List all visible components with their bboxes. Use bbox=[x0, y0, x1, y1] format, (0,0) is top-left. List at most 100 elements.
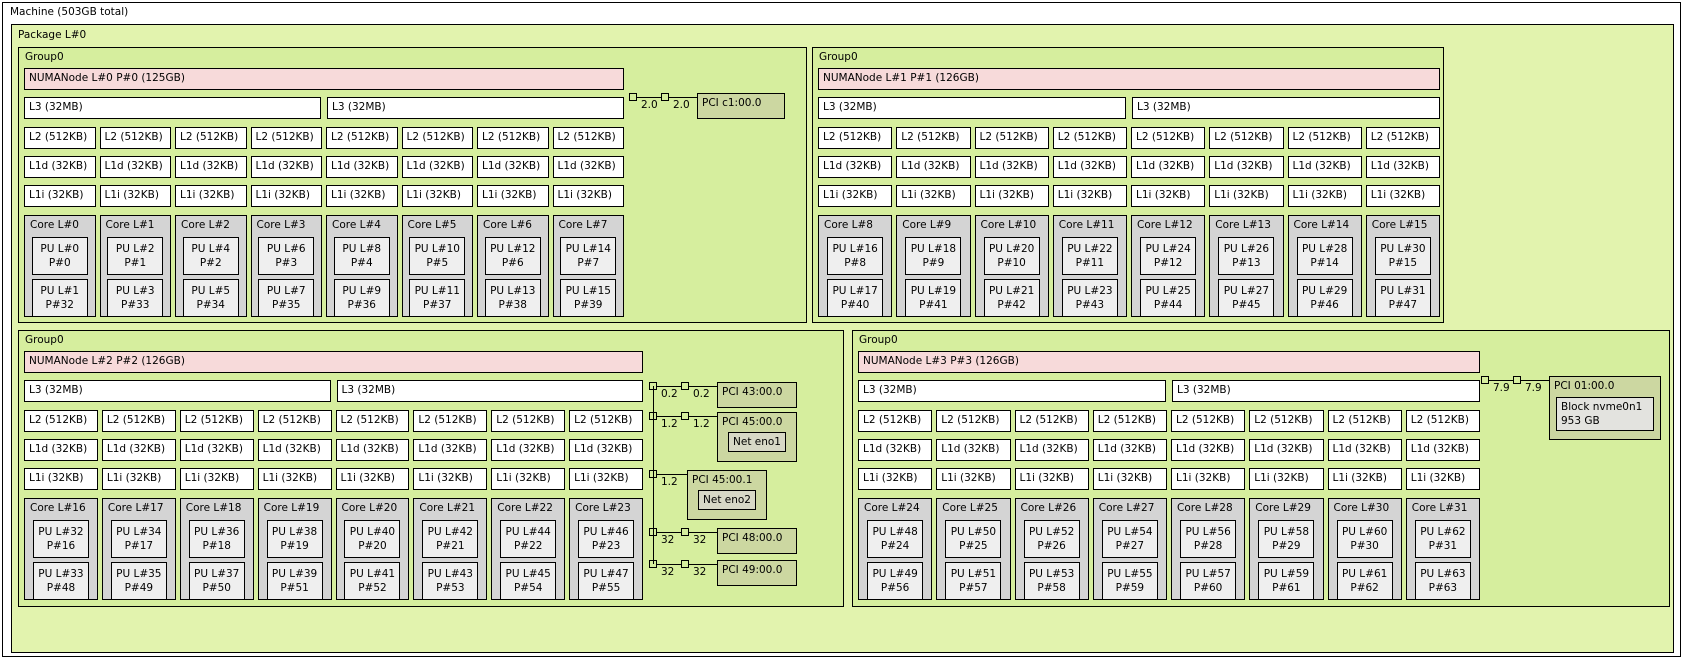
core-box: Core L#30PU L#60P#30PU L#61P#62 bbox=[1328, 498, 1402, 600]
pu-physical-label: P#49 bbox=[112, 581, 166, 595]
pu-logical-label: PU L#47 bbox=[579, 567, 633, 581]
package-box: Package L#0 Group0NUMANode L#0 P#0 (125G… bbox=[11, 24, 1674, 653]
l1i-cache-box: L1i (32KB) bbox=[1053, 185, 1127, 207]
pu-physical-label: P#48 bbox=[34, 581, 88, 595]
pu-box: PU L#45P#54 bbox=[500, 562, 556, 600]
l1i-cache-box: L1i (32KB) bbox=[1366, 185, 1440, 207]
l3-cache-box: L3 (32MB) bbox=[1172, 380, 1480, 402]
pu-physical-label: P#33 bbox=[108, 298, 162, 312]
block-device-size: 953 GB bbox=[1561, 414, 1649, 428]
pu-physical-label: P#59 bbox=[1103, 581, 1157, 595]
pu-physical-label: P#31 bbox=[1416, 539, 1470, 553]
core-label: Core L#26 bbox=[1021, 502, 1085, 514]
core-box: Core L#5PU L#10P#5PU L#11P#37 bbox=[402, 215, 474, 317]
pu-physical-label: P#63 bbox=[1416, 581, 1470, 595]
l1i-cache-box: L1i (32KB) bbox=[858, 468, 932, 490]
l1i-cache-box: L1i (32KB) bbox=[100, 185, 172, 207]
pu-physical-label: P#29 bbox=[1259, 539, 1313, 553]
pu-box: PU L#6P#3 bbox=[258, 237, 314, 275]
pu-physical-label: P#56 bbox=[868, 581, 922, 595]
core-box: Core L#10PU L#20P#10PU L#21P#42 bbox=[975, 215, 1049, 317]
pci-link-connector bbox=[681, 528, 689, 536]
l1i-cache-box: L1i (32KB) bbox=[818, 185, 892, 207]
pu-physical-label: P#8 bbox=[828, 256, 882, 270]
pu-physical-label: P#32 bbox=[33, 298, 87, 312]
pu-logical-label: PU L#43 bbox=[423, 567, 477, 581]
pu-box: PU L#41P#52 bbox=[344, 562, 400, 600]
l2-cache-box: L2 (512KB) bbox=[326, 127, 398, 149]
pu-box: PU L#20P#10 bbox=[984, 237, 1040, 275]
core-label: Core L#12 bbox=[1137, 219, 1201, 231]
pu-logical-label: PU L#62 bbox=[1416, 525, 1470, 539]
l1d-cache-box: L1d (32KB) bbox=[175, 156, 247, 178]
l1i-cache-box: L1i (32KB) bbox=[336, 468, 410, 490]
l2-row: L2 (512KB)L2 (512KB)L2 (512KB)L2 (512KB)… bbox=[24, 410, 643, 432]
l1d-cache-box: L1d (32KB) bbox=[1366, 156, 1440, 178]
pu-logical-label: PU L#24 bbox=[1141, 242, 1195, 256]
pu-physical-label: P#54 bbox=[501, 581, 555, 595]
pu-box: PU L#37P#50 bbox=[189, 562, 245, 600]
pu-logical-label: PU L#55 bbox=[1103, 567, 1157, 581]
l1d-cache-box: L1d (32KB) bbox=[1288, 156, 1362, 178]
l1i-cache-box: L1i (32KB) bbox=[258, 468, 332, 490]
pu-box: PU L#9P#36 bbox=[334, 279, 390, 317]
pu-box: PU L#31P#47 bbox=[1375, 279, 1431, 317]
pu-logical-label: PU L#5 bbox=[184, 284, 238, 298]
l1d-cache-box: L1d (32KB) bbox=[818, 156, 892, 178]
core-box: Core L#20PU L#40P#20PU L#41P#52 bbox=[336, 498, 410, 600]
l2-cache-box: L2 (512KB) bbox=[1249, 410, 1323, 432]
pu-box: PU L#35P#49 bbox=[111, 562, 167, 600]
pu-box: PU L#24P#12 bbox=[1140, 237, 1196, 275]
pu-physical-label: P#22 bbox=[501, 539, 555, 553]
pu-logical-label: PU L#10 bbox=[410, 242, 464, 256]
pci-device-label: PCI 01:00.0 bbox=[1554, 380, 1656, 392]
pu-box: PU L#8P#4 bbox=[334, 237, 390, 275]
pu-logical-label: PU L#49 bbox=[868, 567, 922, 581]
pu-box: PU L#19P#41 bbox=[905, 279, 961, 317]
pu-logical-label: PU L#15 bbox=[561, 284, 615, 298]
l2-cache-box: L2 (512KB) bbox=[858, 410, 932, 432]
core-box: Core L#12PU L#24P#12PU L#25P#44 bbox=[1131, 215, 1205, 317]
pu-logical-label: PU L#0 bbox=[33, 242, 87, 256]
l2-cache-box: L2 (512KB) bbox=[1366, 127, 1440, 149]
pci-link-speed-label: 2.0 bbox=[673, 99, 690, 111]
l2-cache-box: L2 (512KB) bbox=[818, 127, 892, 149]
core-box: Core L#3PU L#6P#3PU L#7P#35 bbox=[251, 215, 323, 317]
l1d-cache-box: L1d (32KB) bbox=[1093, 439, 1167, 461]
pu-box: PU L#56P#28 bbox=[1180, 520, 1236, 558]
pu-logical-label: PU L#42 bbox=[423, 525, 477, 539]
core-label: Core L#30 bbox=[1334, 502, 1398, 514]
group-box: Group0NUMANode L#2 P#2 (126GB)L3 (32MB)L… bbox=[18, 330, 844, 607]
l2-cache-box: L2 (512KB) bbox=[1406, 410, 1480, 432]
pci-device-box: PCI 45:00.0Net eno1 bbox=[717, 412, 797, 462]
l1i-cache-box: L1i (32KB) bbox=[975, 185, 1049, 207]
core-label: Core L#6 bbox=[483, 219, 545, 231]
pu-physical-label: P#15 bbox=[1376, 256, 1430, 270]
pu-logical-label: PU L#44 bbox=[501, 525, 555, 539]
pu-box: PU L#14P#7 bbox=[560, 237, 616, 275]
pu-physical-label: P#57 bbox=[946, 581, 1000, 595]
core-label: Core L#27 bbox=[1099, 502, 1163, 514]
pu-logical-label: PU L#63 bbox=[1416, 567, 1470, 581]
l3-cache-box: L3 (32MB) bbox=[24, 380, 331, 402]
core-label: Core L#10 bbox=[981, 219, 1045, 231]
pu-box: PU L#13P#38 bbox=[485, 279, 541, 317]
pu-physical-label: P#30 bbox=[1338, 539, 1392, 553]
l1i-cache-box: L1i (32KB) bbox=[1093, 468, 1167, 490]
core-box: Core L#26PU L#52P#26PU L#53P#58 bbox=[1015, 498, 1089, 600]
core-box: Core L#17PU L#34P#17PU L#35P#49 bbox=[102, 498, 176, 600]
pu-logical-label: PU L#29 bbox=[1298, 284, 1352, 298]
l2-cache-box: L2 (512KB) bbox=[477, 127, 549, 149]
cpu-column: NUMANode L#0 P#0 (125GB)L3 (32MB)L3 (32M… bbox=[24, 68, 624, 317]
pu-physical-label: P#44 bbox=[1141, 298, 1195, 312]
pu-physical-label: P#28 bbox=[1181, 539, 1235, 553]
l1d-cache-box: L1d (32KB) bbox=[24, 439, 98, 461]
l2-cache-box: L2 (512KB) bbox=[975, 127, 1049, 149]
core-box: Core L#6PU L#12P#6PU L#13P#38 bbox=[477, 215, 549, 317]
pci-link-speed-label: 32 bbox=[693, 566, 706, 578]
l3-row: L3 (32MB)L3 (32MB) bbox=[24, 380, 643, 402]
core-label: Core L#11 bbox=[1059, 219, 1123, 231]
pu-physical-label: P#7 bbox=[561, 256, 615, 270]
l1d-cache-box: L1d (32KB) bbox=[326, 156, 398, 178]
pu-box: PU L#16P#8 bbox=[827, 237, 883, 275]
